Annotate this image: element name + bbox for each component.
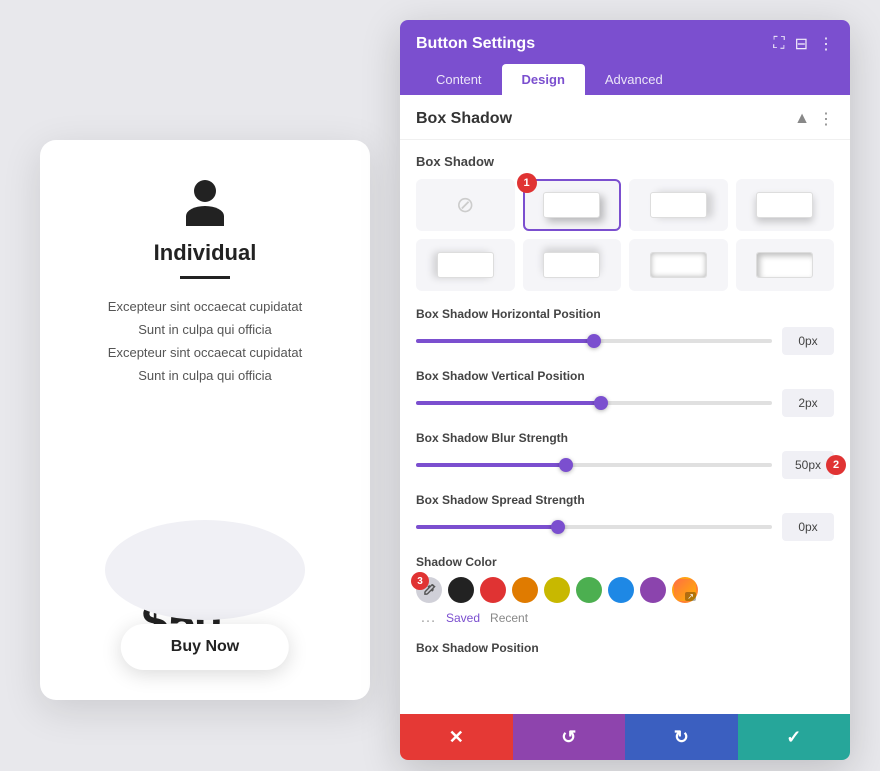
section-more-icon[interactable]: ⋮ bbox=[818, 109, 834, 129]
redo-button[interactable]: ↻ bbox=[625, 714, 738, 760]
color-eyedropper[interactable]: 3 bbox=[416, 577, 442, 603]
color-green[interactable] bbox=[576, 577, 602, 603]
slider-blur-control: 2 bbox=[416, 451, 834, 479]
preset-badge-1: 1 bbox=[517, 173, 537, 193]
shadow-preset-6[interactable] bbox=[629, 239, 728, 291]
eyedropper-badge: 3 bbox=[411, 572, 429, 590]
section-content: Box Shadow ⊘ 1 bbox=[400, 140, 850, 675]
tab-design[interactable]: Design bbox=[502, 64, 585, 95]
color-yellow[interactable] bbox=[544, 577, 570, 603]
color-saved[interactable]: Saved bbox=[446, 611, 480, 625]
slider-blur-thumb[interactable] bbox=[559, 458, 573, 472]
pricing-card: Individual Excepteur sint occaecat cupid… bbox=[40, 140, 370, 700]
panel-title: Button Settings bbox=[416, 35, 535, 53]
split-icon[interactable]: ⊟ bbox=[795, 34, 808, 54]
pricing-features: Excepteur sint occaecat cupidatat Sunt i… bbox=[108, 299, 302, 391]
slider-blur-value-wrap: 2 bbox=[782, 451, 834, 479]
color-purple[interactable] bbox=[640, 577, 666, 603]
color-gradient[interactable]: ↗ bbox=[672, 577, 698, 603]
slider-blur-track[interactable] bbox=[416, 463, 772, 467]
slider-horizontal-track[interactable] bbox=[416, 339, 772, 343]
shadow-box-6 bbox=[650, 252, 707, 278]
slider-horizontal-value[interactable] bbox=[782, 327, 834, 355]
slider-spread-thumb[interactable] bbox=[551, 520, 565, 534]
undo-button[interactable]: ↺ bbox=[513, 714, 626, 760]
panel-header-icons: ⛶ ⊟ ⋮ bbox=[773, 34, 834, 54]
shadow-preset-none[interactable]: ⊘ bbox=[416, 179, 515, 231]
section-header-right: ▲ ⋮ bbox=[794, 109, 834, 129]
feature-3: Excepteur sint occaecat cupidatat bbox=[108, 345, 302, 360]
slider-horizontal-label: Box Shadow Horizontal Position bbox=[416, 307, 834, 321]
slider-horizontal-control bbox=[416, 327, 834, 355]
settings-panel: Button Settings ⛶ ⊟ ⋮ Content Design Adv… bbox=[400, 20, 850, 760]
shadow-box-3 bbox=[756, 192, 813, 218]
slider-vertical-value[interactable] bbox=[782, 389, 834, 417]
collapse-icon[interactable]: ▲ bbox=[794, 110, 810, 128]
fullscreen-icon[interactable]: ⛶ bbox=[773, 35, 784, 53]
slider-spread-value[interactable] bbox=[782, 513, 834, 541]
color-black[interactable] bbox=[448, 577, 474, 603]
panel-body: Box Shadow ▲ ⋮ Box Shadow ⊘ 1 bbox=[400, 95, 850, 714]
shadow-preset-1[interactable]: 1 bbox=[523, 179, 622, 231]
color-section: Shadow Color 3 bbox=[416, 555, 834, 627]
color-more[interactable]: … bbox=[420, 609, 436, 627]
slider-vertical-control bbox=[416, 389, 834, 417]
tab-content[interactable]: Content bbox=[416, 64, 502, 95]
feature-1: Excepteur sint occaecat cupidatat bbox=[108, 299, 302, 314]
color-extra-row: … Saved Recent bbox=[416, 609, 834, 627]
shadow-presets: ⊘ 1 bbox=[416, 179, 834, 291]
pricing-divider bbox=[180, 276, 230, 279]
slider-spread-label: Box Shadow Spread Strength bbox=[416, 493, 834, 507]
blur-badge: 2 bbox=[826, 455, 846, 475]
cancel-button[interactable]: ✕ bbox=[400, 714, 513, 760]
shadow-preset-5[interactable] bbox=[523, 239, 622, 291]
shadow-box-5 bbox=[543, 252, 600, 278]
shadow-preset-2[interactable] bbox=[629, 179, 728, 231]
slider-spread-track[interactable] bbox=[416, 525, 772, 529]
buy-button[interactable]: Buy Now bbox=[121, 624, 289, 670]
color-orange[interactable] bbox=[512, 577, 538, 603]
slider-spread: Box Shadow Spread Strength bbox=[416, 493, 834, 541]
slider-blur: Box Shadow Blur Strength 2 bbox=[416, 431, 834, 479]
pricing-circle-bg bbox=[105, 520, 305, 620]
shadow-box-1 bbox=[543, 192, 600, 218]
shadow-preset-3[interactable] bbox=[736, 179, 835, 231]
confirm-button[interactable]: ✓ bbox=[738, 714, 851, 760]
shadow-box-2 bbox=[650, 192, 707, 218]
feature-4: Sunt in culpa qui officia bbox=[108, 368, 302, 383]
slider-horizontal-thumb[interactable] bbox=[587, 334, 601, 348]
color-label: Shadow Color bbox=[416, 555, 834, 569]
panel-header: Button Settings ⛶ ⊟ ⋮ Content Design Adv… bbox=[400, 20, 850, 95]
color-recent[interactable]: Recent bbox=[490, 611, 528, 625]
slider-vertical-track[interactable] bbox=[416, 401, 772, 405]
section-title: Box Shadow bbox=[416, 110, 512, 128]
color-swatches: 3 ↗ bbox=[416, 577, 834, 603]
no-shadow-icon: ⊘ bbox=[456, 192, 474, 218]
slider-blur-label: Box Shadow Blur Strength bbox=[416, 431, 834, 445]
slider-spread-control bbox=[416, 513, 834, 541]
box-shadow-position-label: Box Shadow Position bbox=[416, 641, 834, 655]
panel-header-top: Button Settings ⛶ ⊟ ⋮ bbox=[416, 34, 834, 54]
color-blue[interactable] bbox=[608, 577, 634, 603]
slider-vertical-label: Box Shadow Vertical Position bbox=[416, 369, 834, 383]
avatar bbox=[181, 180, 229, 228]
slider-vertical: Box Shadow Vertical Position bbox=[416, 369, 834, 417]
shadow-box-7 bbox=[756, 252, 813, 278]
slider-horizontal: Box Shadow Horizontal Position bbox=[416, 307, 834, 355]
color-red[interactable] bbox=[480, 577, 506, 603]
more-icon[interactable]: ⋮ bbox=[818, 34, 834, 54]
slider-vertical-thumb[interactable] bbox=[594, 396, 608, 410]
action-bar: ✕ ↺ ↻ ✓ bbox=[400, 714, 850, 760]
tab-advanced[interactable]: Advanced bbox=[585, 64, 683, 95]
shadow-preset-4[interactable] bbox=[416, 239, 515, 291]
feature-2: Sunt in culpa qui officia bbox=[108, 322, 302, 337]
shadow-preset-7[interactable] bbox=[736, 239, 835, 291]
pricing-name: Individual bbox=[154, 240, 257, 266]
shadow-label: Box Shadow bbox=[416, 154, 834, 169]
shadow-box-4 bbox=[437, 252, 494, 278]
panel-tabs: Content Design Advanced bbox=[416, 64, 834, 95]
section-header: Box Shadow ▲ ⋮ bbox=[400, 95, 850, 140]
